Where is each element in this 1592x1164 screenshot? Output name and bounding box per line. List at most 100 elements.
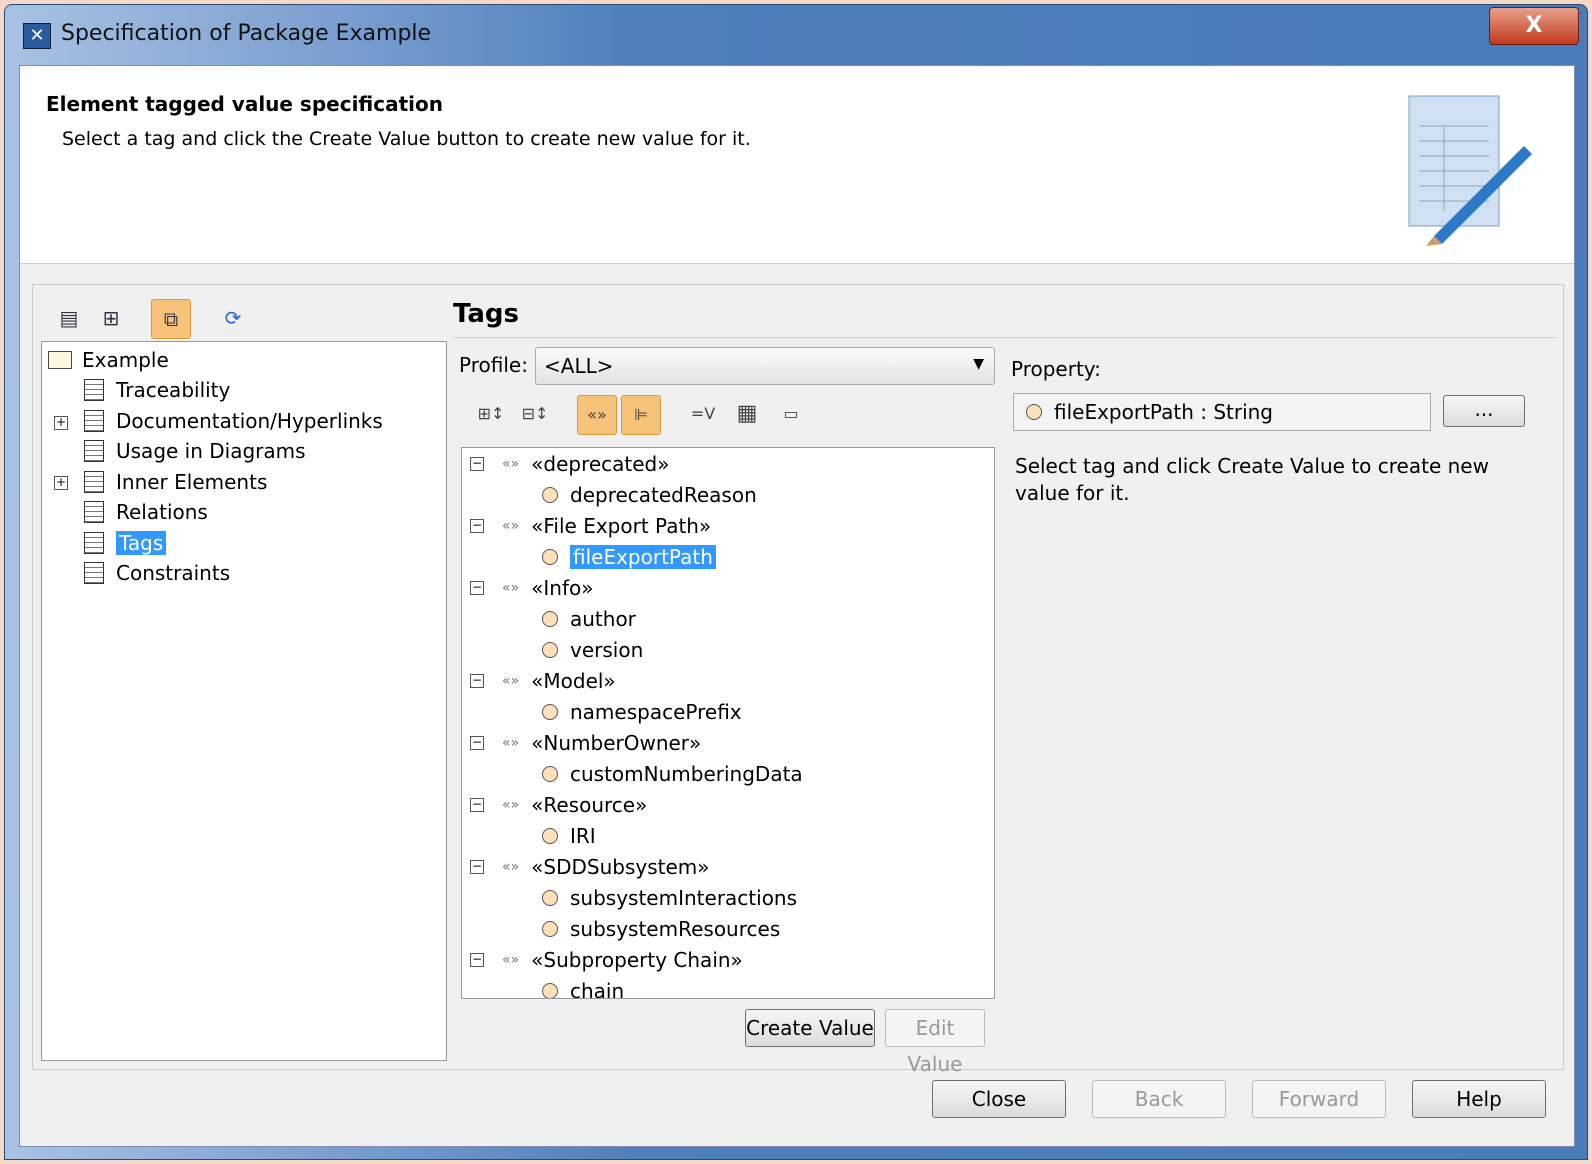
page-icon	[84, 410, 104, 432]
tag-node[interactable]: fileExportPath	[542, 543, 716, 571]
stereotype-label: «Resource»	[531, 793, 648, 817]
dialog-body: Element tagged value specification Selec…	[19, 65, 1575, 1147]
collapse-all-icon[interactable]: ⊟↕	[515, 395, 555, 435]
dialog-window: ✕ Specification of Package Example X Ele…	[4, 4, 1588, 1160]
stereotype-box-icon[interactable]: ▭	[771, 395, 811, 435]
property-icon	[542, 921, 558, 937]
tag-node[interactable]: deprecatedReason	[542, 481, 757, 509]
collapse-icon[interactable]: −	[470, 519, 484, 533]
stereotype-icon: «»	[502, 673, 520, 689]
header-title: Element tagged value specification	[46, 92, 444, 116]
page-icon	[84, 501, 104, 523]
collapse-icon[interactable]: −	[470, 457, 484, 471]
nav-item-traceability[interactable]: Traceability	[84, 376, 230, 404]
tag-node[interactable]: author	[542, 605, 636, 633]
collapse-icon[interactable]: −	[470, 581, 484, 595]
window-close-button[interactable]: X	[1489, 7, 1579, 45]
tag-label: chain	[570, 979, 625, 999]
tag-node[interactable]: subsystemInteractions	[542, 884, 797, 912]
tag-node[interactable]: customNumberingData	[542, 760, 803, 788]
folder-icon	[48, 351, 72, 369]
stereotype-node[interactable]: «» «Model»	[502, 667, 616, 695]
tag-node[interactable]: version	[542, 636, 643, 664]
collapse-icon[interactable]: −	[470, 674, 484, 688]
property-icon	[542, 766, 558, 782]
tag-label: IRI	[570, 824, 596, 848]
edit-value-button[interactable]: Edit Value	[885, 1009, 985, 1076]
stereotype-node[interactable]: «» «SDDSubsystem»	[502, 853, 709, 881]
stereotype-label: «deprecated»	[531, 452, 670, 476]
section-title: Tags	[453, 299, 520, 329]
collapse-icon[interactable]: −	[470, 736, 484, 750]
tags-tree: − «» «deprecated» deprecatedReason − «» «File …	[461, 447, 995, 999]
stereotype-icon: «»	[502, 735, 520, 751]
property-icon	[542, 611, 558, 627]
stereotype-node[interactable]: «» «Resource»	[502, 791, 647, 819]
refresh-icon[interactable]: ⟳	[213, 299, 253, 339]
nav-label: Inner Elements	[116, 470, 268, 494]
expand-all-icon[interactable]: ⊞↕	[471, 395, 511, 435]
help-button[interactable]: Help	[1412, 1080, 1546, 1118]
title-bar[interactable]: ✕ Specification of Package Example X	[5, 5, 1587, 65]
tag-label: fileExportPath	[570, 545, 716, 569]
copy-icon[interactable]: ⧉	[151, 299, 191, 339]
tag-label: author	[570, 607, 636, 631]
nav-label: Tags	[116, 531, 167, 555]
property-icon	[542, 642, 558, 658]
stereotype-node[interactable]: «» «File Export Path»	[502, 512, 711, 540]
tag-label: namespacePrefix	[570, 700, 742, 724]
profile-value: <ALL>	[544, 354, 614, 378]
stereotype-node[interactable]: «» «Subproperty Chain»	[502, 946, 743, 974]
property-browse-button[interactable]: ...	[1443, 395, 1525, 427]
close-button[interactable]: Close	[932, 1080, 1066, 1118]
page-icon	[84, 562, 104, 584]
create-value-button[interactable]: Create Value	[745, 1009, 875, 1047]
nav-label: Documentation/Hyperlinks	[116, 409, 383, 433]
nav-item-constraints[interactable]: Constraints	[84, 559, 230, 587]
property-field[interactable]: fileExportPath : String	[1013, 393, 1431, 431]
nav-item-inner-elements[interactable]: Inner Elements	[84, 468, 267, 496]
divider	[453, 337, 1557, 338]
show-stereotypes-icon[interactable]: «»	[577, 395, 617, 435]
profile-label: Profile:	[459, 353, 528, 377]
nav-item-example[interactable]: Example	[48, 346, 169, 374]
group-by-profile-icon[interactable]: ⊫	[621, 395, 661, 435]
tag-label: deprecatedReason	[570, 483, 757, 507]
tag-label: subsystemResources	[570, 917, 781, 941]
stereotype-label: «Model»	[531, 669, 616, 693]
header-description: Select a tag and click the Create Value …	[62, 128, 751, 150]
grid-icon[interactable]: ▦	[727, 395, 767, 435]
stereotype-icon: «»	[502, 952, 520, 968]
tag-node[interactable]: subsystemResources	[542, 915, 780, 943]
back-button[interactable]: Back	[1092, 1080, 1226, 1118]
window-title: Specification of Package Example	[61, 21, 432, 46]
stereotype-icon: «»	[502, 580, 520, 596]
nav-label: Example	[82, 348, 169, 372]
navigation-tree: Example + + Traceability Documentation/H…	[41, 341, 447, 1061]
collapse-icon[interactable]: −	[470, 860, 484, 874]
nav-item-usage[interactable]: Usage in Diagrams	[84, 437, 306, 465]
forward-button[interactable]: Forward	[1252, 1080, 1386, 1118]
tree-view-icon[interactable]: ⊞	[91, 299, 131, 339]
stereotype-node[interactable]: «» «deprecated»	[502, 450, 670, 478]
expand-icon[interactable]: +	[54, 476, 68, 490]
tag-node[interactable]: IRI	[542, 822, 596, 850]
page-icon	[84, 379, 104, 401]
expand-icon[interactable]: +	[54, 416, 68, 430]
stereotype-label: «File Export Path»	[531, 514, 712, 538]
show-values-icon[interactable]: =V	[683, 395, 723, 435]
profile-select[interactable]: <ALL> ▼	[535, 347, 995, 385]
stereotype-node[interactable]: «» «NumberOwner»	[502, 729, 701, 757]
stereotype-label: «Subproperty Chain»	[531, 948, 743, 972]
app-icon: ✕	[23, 23, 51, 49]
tag-node[interactable]: namespacePrefix	[542, 698, 742, 726]
collapse-icon[interactable]: −	[470, 953, 484, 967]
nav-item-tags[interactable]: Tags	[84, 529, 167, 557]
stereotype-node[interactable]: «» «Info»	[502, 574, 593, 602]
collapse-icon[interactable]: −	[470, 798, 484, 812]
nav-item-documentation[interactable]: Documentation/Hyperlinks	[84, 407, 383, 435]
tag-node[interactable]: chain	[542, 977, 625, 999]
table-view-icon[interactable]: ▤	[49, 299, 89, 339]
nav-item-relations[interactable]: Relations	[84, 498, 208, 526]
property-icon	[542, 704, 558, 720]
